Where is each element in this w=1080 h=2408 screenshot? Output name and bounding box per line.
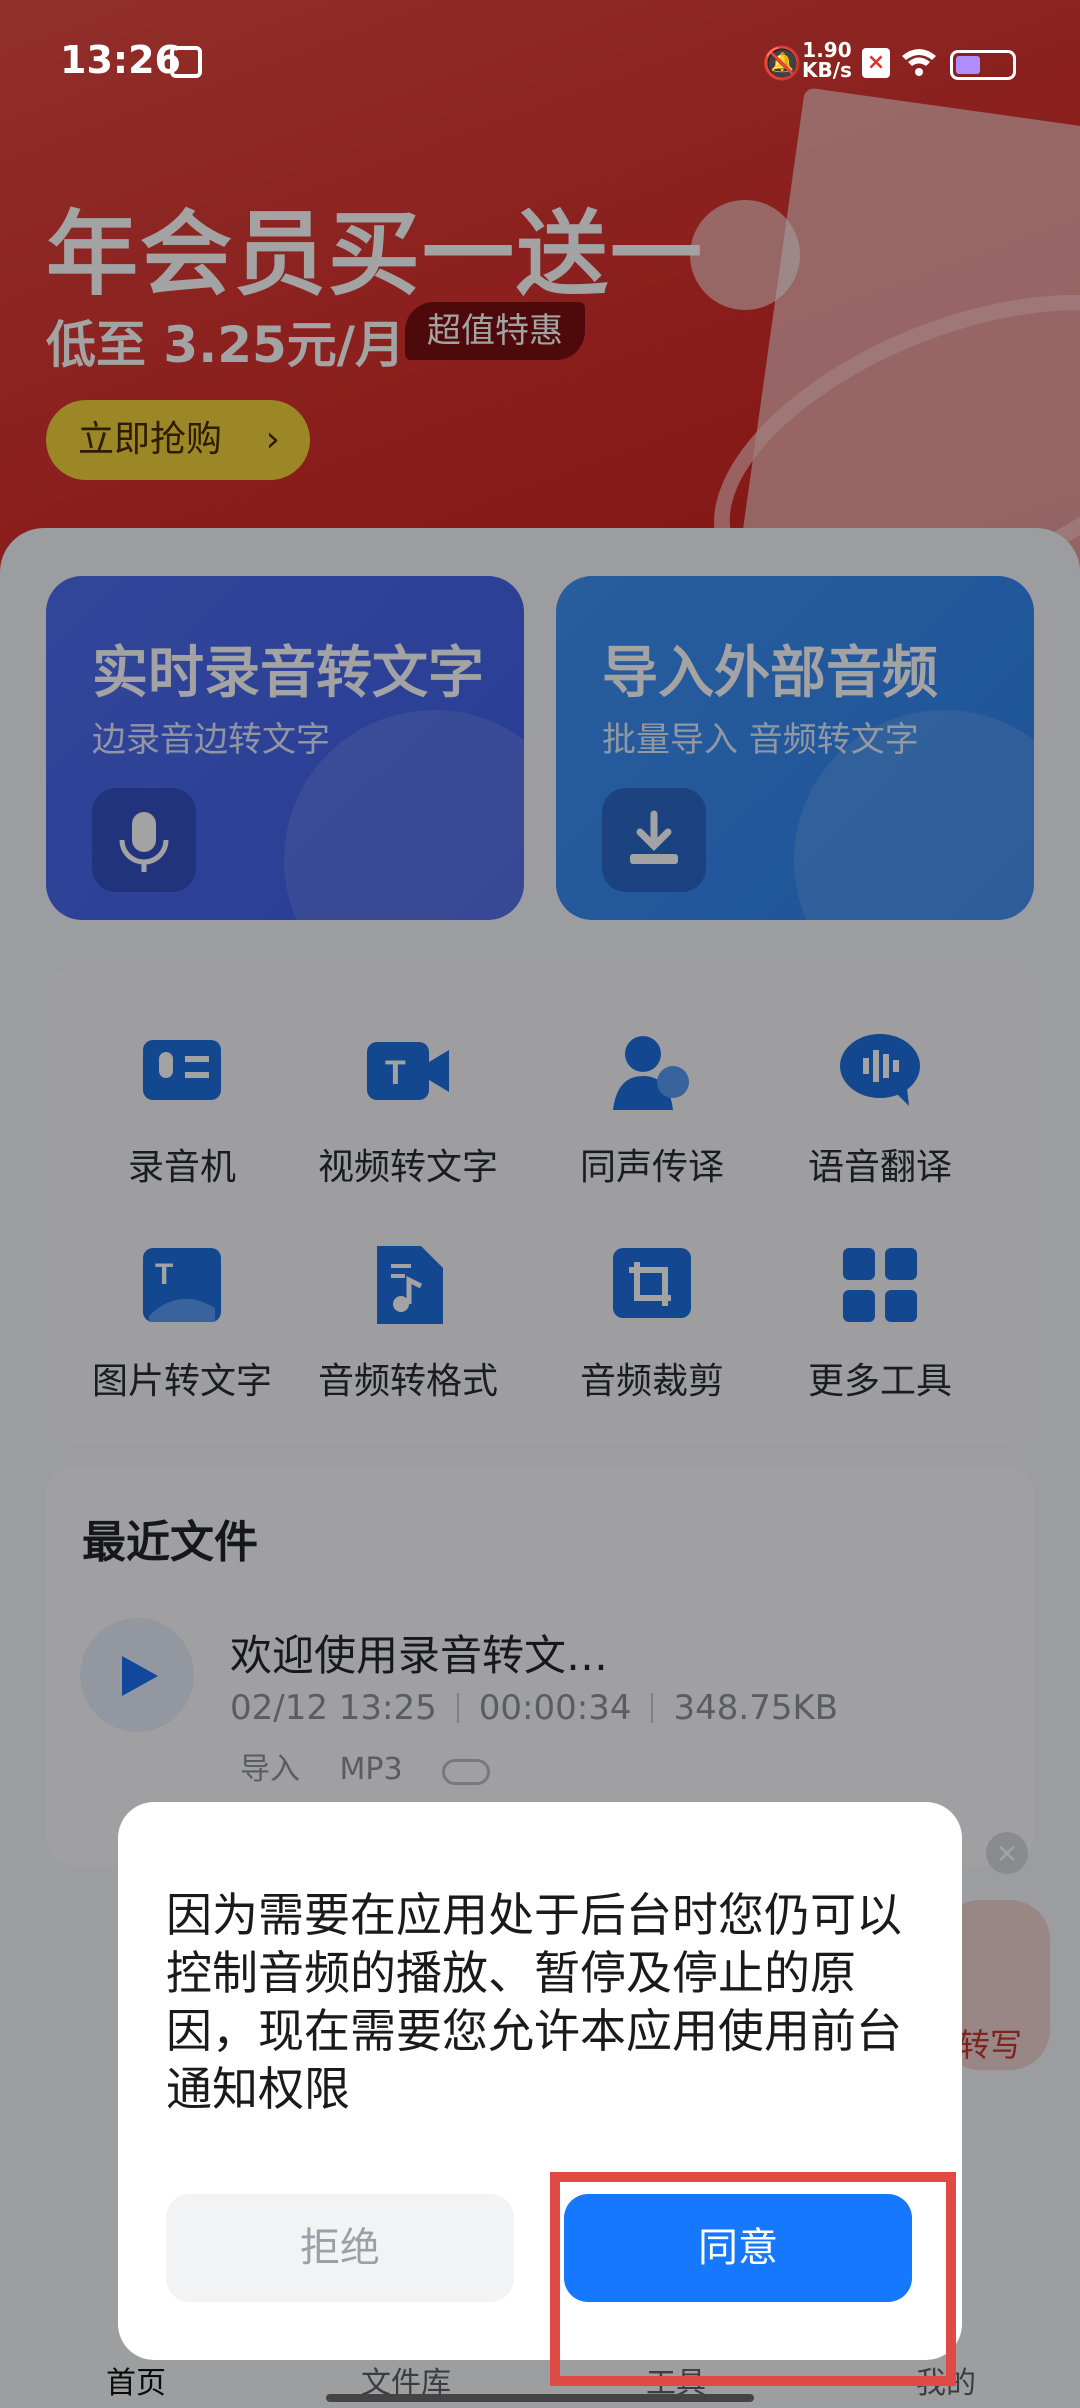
network-speed-unit: KB/s: [802, 58, 852, 82]
dialog-message: 因为需要在应用处于后台时您仍可以控制音频的播放、暂停及停止的原因，现在需要您允许…: [166, 1888, 902, 2116]
highlight-box: [550, 2172, 956, 2386]
battery-icon: [950, 50, 1016, 80]
network-speed-value: 1.90: [802, 38, 852, 62]
status-time: 13:26: [60, 38, 181, 82]
home-indicator[interactable]: [326, 2394, 754, 2402]
x-app-icon: ×: [862, 48, 890, 78]
wifi-icon: [900, 44, 938, 78]
network-speed: 1.90 KB/s: [802, 40, 852, 80]
calendar-icon: [170, 46, 202, 78]
status-bar: 13:26 🔕 1.90 KB/s ×: [0, 0, 1080, 110]
reject-button[interactable]: 拒绝: [166, 2194, 514, 2302]
mute-bell-icon: 🔕: [762, 44, 802, 82]
